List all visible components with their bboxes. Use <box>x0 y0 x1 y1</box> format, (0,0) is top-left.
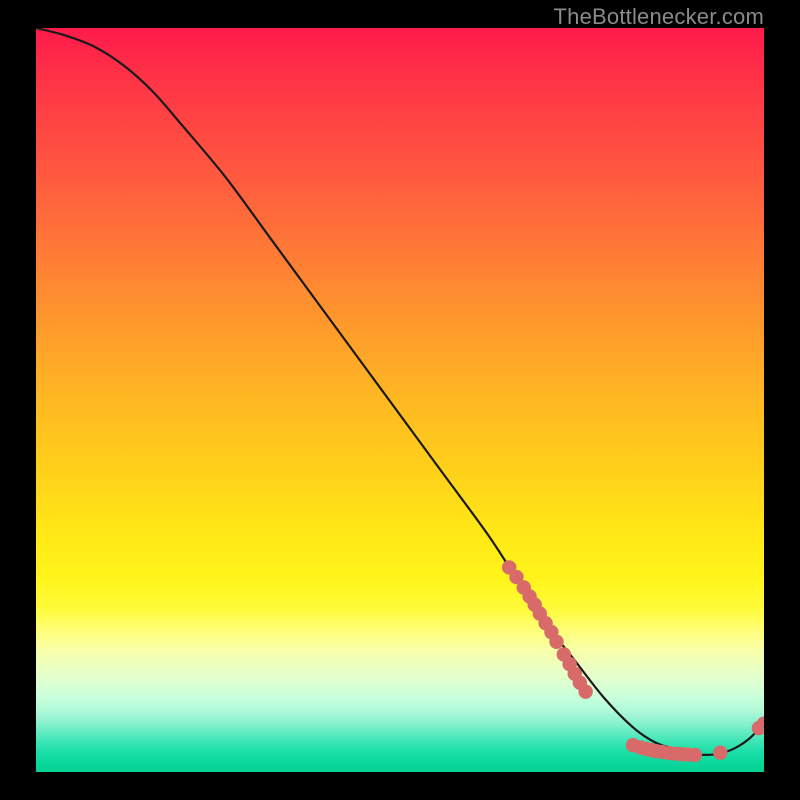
watermark-label: TheBottlenecker.com <box>554 4 764 30</box>
chart-stage: TheBottlenecker.com <box>0 0 800 800</box>
plot-background <box>36 28 764 772</box>
